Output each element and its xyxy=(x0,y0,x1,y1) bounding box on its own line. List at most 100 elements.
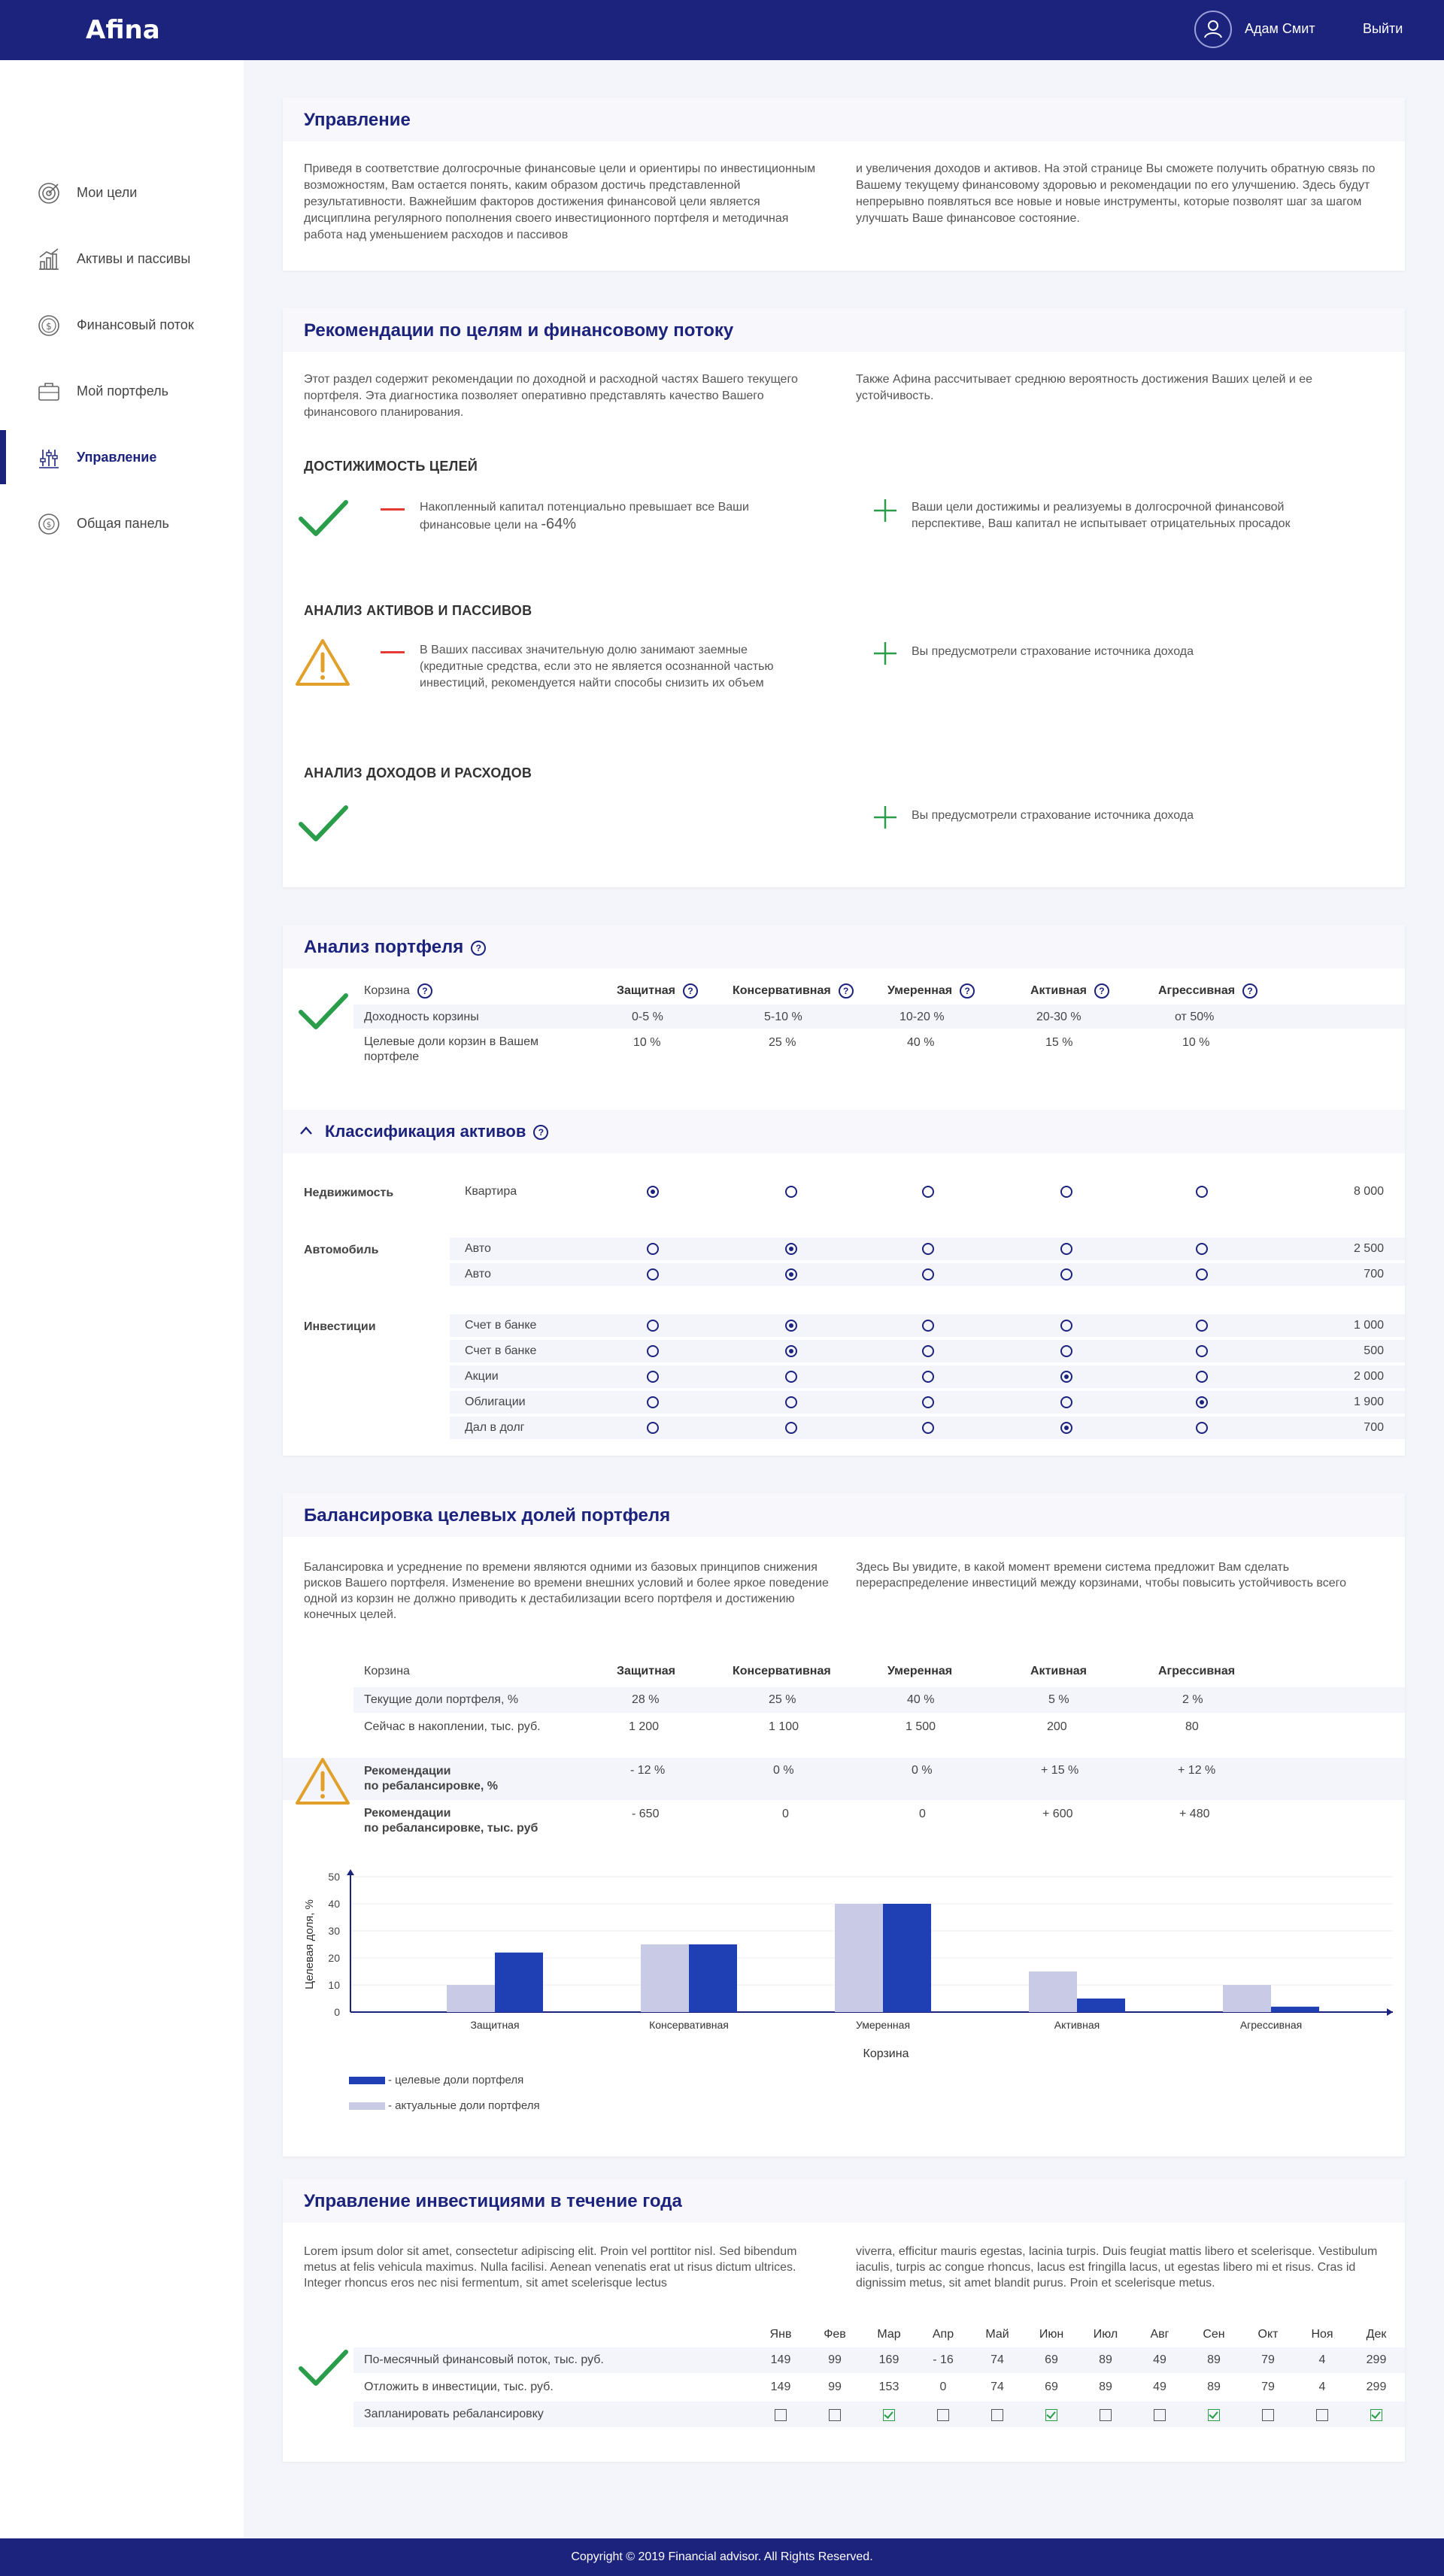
svg-text:$: $ xyxy=(46,321,52,332)
sidebar-item-dashboard[interactable]: $ Общая панель xyxy=(0,496,244,550)
basket-radio[interactable] xyxy=(785,1345,797,1357)
basket-radio[interactable] xyxy=(922,1345,934,1357)
help-icon[interactable]: ? xyxy=(1094,983,1109,999)
basket-radio[interactable] xyxy=(647,1268,659,1280)
basket-radio[interactable] xyxy=(1060,1345,1072,1357)
sidebar-item-goals[interactable]: Мои цели xyxy=(0,165,244,220)
basket-radio[interactable] xyxy=(647,1371,659,1383)
sidebar-item-cashflow[interactable]: $ Финансовый поток xyxy=(0,298,244,352)
col-header-label: Активная xyxy=(1030,984,1087,998)
basket-radio[interactable] xyxy=(785,1268,797,1280)
basket-radio[interactable] xyxy=(1196,1345,1208,1357)
table-cell: 5 % xyxy=(1048,1693,1069,1706)
basket-radio[interactable] xyxy=(647,1320,659,1332)
basket-radio[interactable] xyxy=(922,1320,934,1332)
basket-radio[interactable] xyxy=(1196,1186,1208,1198)
basket-radio[interactable] xyxy=(1060,1422,1072,1434)
warning-icon xyxy=(296,1758,350,1805)
basket-radio[interactable] xyxy=(922,1422,934,1434)
help-icon[interactable]: ? xyxy=(960,983,975,999)
table-cell: 74 xyxy=(990,2381,1004,2393)
basket-radio[interactable] xyxy=(922,1396,934,1408)
rebalance-checkbox[interactable] xyxy=(775,2409,787,2421)
basket-radio[interactable] xyxy=(1196,1243,1208,1255)
basket-radio[interactable] xyxy=(922,1268,934,1280)
basket-radio[interactable] xyxy=(1196,1422,1208,1434)
rebalance-checkbox[interactable] xyxy=(1316,2409,1328,2421)
logout-button[interactable]: Выйти xyxy=(1363,21,1403,37)
basket-radio[interactable] xyxy=(647,1345,659,1357)
sidebar-item-assets[interactable]: Активы и пассивы xyxy=(0,232,244,286)
asset-item-label: Авто xyxy=(465,1242,491,1255)
table-cell: 89 xyxy=(1207,2353,1221,2366)
basket-radio[interactable] xyxy=(1060,1243,1072,1255)
sidebar-item-label: Мой портфель xyxy=(77,383,168,399)
basket-radio[interactable] xyxy=(647,1243,659,1255)
basket-radio[interactable] xyxy=(647,1396,659,1408)
user-name[interactable]: Адам Смит xyxy=(1245,21,1315,37)
rebalance-checkbox[interactable] xyxy=(1208,2409,1220,2421)
basket-radio[interactable] xyxy=(1060,1396,1072,1408)
asset-group-name: Недвижимость xyxy=(304,1186,394,1199)
basket-radio[interactable] xyxy=(922,1243,934,1255)
asset-item-label: Авто xyxy=(465,1268,491,1280)
help-icon[interactable]: ? xyxy=(1242,983,1258,999)
balancing-text-right: Здесь Вы увидите, в какой момент времени… xyxy=(856,1561,1347,1590)
basket-radio[interactable] xyxy=(785,1243,797,1255)
rebalance-checkbox[interactable] xyxy=(991,2409,1003,2421)
basket-radio[interactable] xyxy=(647,1422,659,1434)
asset-item-label: Квартира xyxy=(465,1185,517,1198)
minus-icon xyxy=(381,651,405,653)
table-cell: 89 xyxy=(1099,2353,1112,2366)
basket-radio[interactable] xyxy=(785,1371,797,1383)
help-icon[interactable]: ? xyxy=(533,1125,549,1141)
card-title: Рекомендации по целям и финансовому пото… xyxy=(304,320,734,341)
rebalance-checkbox[interactable] xyxy=(1370,2409,1382,2421)
rebalance-checkbox[interactable] xyxy=(829,2409,841,2421)
basket-radio[interactable] xyxy=(1196,1320,1208,1332)
basket-radio[interactable] xyxy=(1196,1268,1208,1280)
basket-radio[interactable] xyxy=(1060,1371,1072,1383)
app-logo[interactable]: Afina xyxy=(86,15,160,45)
basket-radio[interactable] xyxy=(1196,1371,1208,1383)
basket-radio[interactable] xyxy=(922,1186,934,1198)
table-cell: 169 xyxy=(878,2353,899,2366)
table-cell: 299 xyxy=(1366,2381,1387,2393)
basket-radio[interactable] xyxy=(922,1371,934,1383)
basket-radio[interactable] xyxy=(1060,1268,1072,1280)
basket-radio[interactable] xyxy=(1196,1396,1208,1408)
basket-radio[interactable] xyxy=(785,1422,797,1434)
sidebar-item-management[interactable]: Управление xyxy=(0,430,244,484)
rebalance-checkbox[interactable] xyxy=(1154,2409,1166,2421)
basket-radio[interactable] xyxy=(1060,1186,1072,1198)
sidebar-item-portfolio[interactable]: Мой портфель xyxy=(0,364,244,418)
table-cell: - 16 xyxy=(933,2353,954,2366)
basket-radio[interactable] xyxy=(647,1186,659,1198)
classification-header[interactable]: Классификация активов? xyxy=(283,1110,1405,1153)
help-icon[interactable]: ? xyxy=(838,983,854,999)
table-cell: 49 xyxy=(1153,2353,1166,2366)
help-icon[interactable]: ? xyxy=(471,940,487,956)
rebalance-checkbox[interactable] xyxy=(1262,2409,1274,2421)
basket-radio[interactable] xyxy=(785,1396,797,1408)
basket-radio[interactable] xyxy=(785,1320,797,1332)
rebalance-checkbox[interactable] xyxy=(883,2409,895,2421)
rebalance-checkbox[interactable] xyxy=(1045,2409,1057,2421)
row-label: По-месячный финансовый поток, тыс. руб. xyxy=(364,2353,604,2366)
basket-radio[interactable] xyxy=(785,1186,797,1198)
basket-radio[interactable] xyxy=(1060,1320,1072,1332)
help-icon[interactable]: ? xyxy=(417,983,432,999)
bar-target xyxy=(1077,1999,1125,2012)
user-avatar-icon[interactable] xyxy=(1194,11,1232,48)
col-header-basket: Корзина? xyxy=(364,983,432,999)
rebalance-checkbox[interactable] xyxy=(937,2409,949,2421)
col-header-label: Защитная xyxy=(617,984,675,998)
rebalance-checkbox[interactable] xyxy=(1100,2409,1112,2421)
help-icon[interactable]: ? xyxy=(683,983,698,999)
chevron-up-icon[interactable] xyxy=(299,1125,313,1135)
legend-label-actual: - актуальные доли портфеля xyxy=(388,2099,540,2112)
bar-actual xyxy=(835,1904,883,2012)
sliders-icon xyxy=(39,450,59,468)
legend-label-target: - целевые доли портфеля xyxy=(388,2074,524,2087)
table-cell: 1 200 xyxy=(629,1720,660,1733)
